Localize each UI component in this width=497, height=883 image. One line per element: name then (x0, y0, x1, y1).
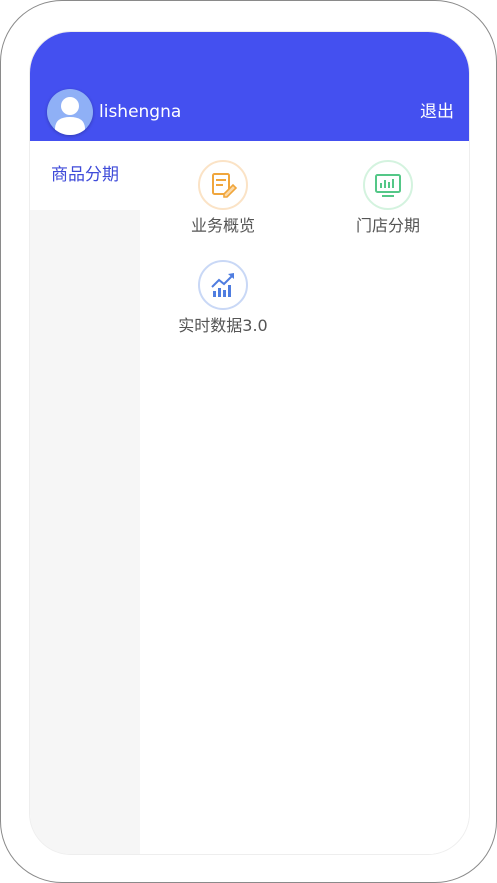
sidebar-item-label: 商品分期 (51, 165, 119, 185)
tile-realtime-data[interactable]: 实时数据3.0 (158, 260, 288, 350)
tile-business-overview[interactable]: 业务概览 (158, 160, 288, 250)
device-frame: lishengna 退出 商品分期 业务概览 门店分期 实时数据3.0 (0, 0, 497, 883)
trend-chart-icon (198, 260, 248, 310)
header-bar: lishengna 退出 (30, 32, 469, 141)
document-edit-icon (198, 160, 248, 210)
tile-label: 实时数据3.0 (178, 316, 268, 335)
sidebar-item-installment[interactable]: 商品分期 (30, 141, 140, 210)
tile-label: 业务概览 (190, 216, 255, 235)
tile-label: 门店分期 (355, 216, 420, 235)
sidebar: 商品分期 (30, 141, 140, 854)
username-label: lishengna (99, 102, 182, 122)
monitor-chart-icon (363, 160, 413, 210)
user-avatar-icon[interactable] (47, 89, 93, 135)
app-screen: lishengna 退出 商品分期 业务概览 门店分期 实时数据3.0 (29, 31, 470, 855)
content-grid: 业务概览 门店分期 实时数据3.0 (140, 141, 469, 854)
logout-button[interactable]: 退出 (420, 101, 454, 123)
tile-store-installment[interactable]: 门店分期 (323, 160, 453, 250)
